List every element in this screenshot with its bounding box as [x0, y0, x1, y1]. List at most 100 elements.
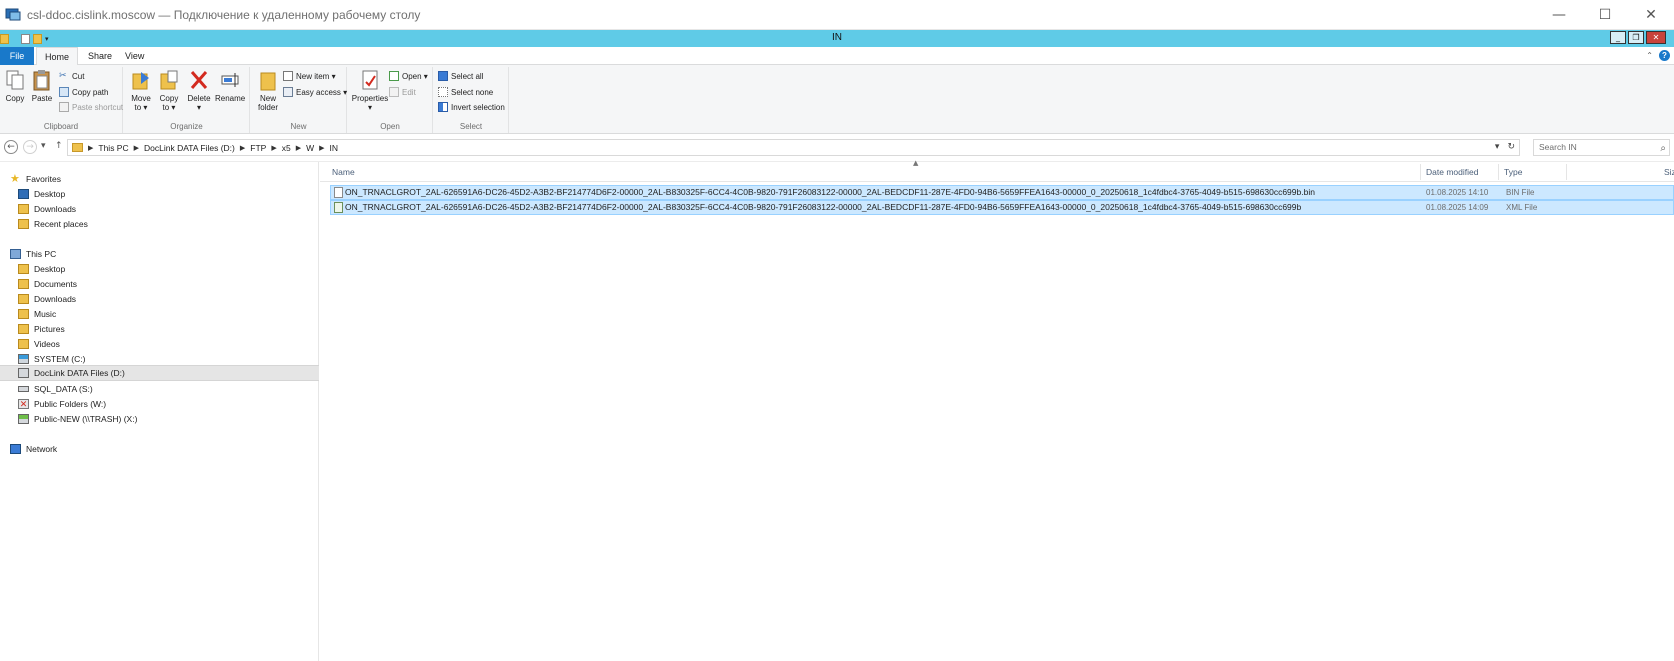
nav-pc-desktop[interactable]: Desktop [0, 261, 319, 276]
nav-drive-d[interactable]: DocLink DATA Files (D:) [0, 365, 319, 381]
breadcrumb-x5[interactable]: x5 [282, 143, 291, 153]
copy-to-button[interactable]: Copy to ▾ [158, 67, 180, 112]
rename-icon [221, 73, 239, 87]
network-drive-icon [18, 413, 29, 424]
back-button[interactable]: ← [4, 140, 18, 154]
select-all-button[interactable]: Select all [438, 70, 483, 82]
file-name: ON_TRNACLGROT_2AL-626591A6-DC26-45D2-A3B… [345, 202, 1302, 212]
scissors-icon: ✂ [59, 71, 67, 81]
delete-button[interactable]: Delete ▾ [186, 67, 212, 112]
address-dropdown-icon[interactable]: ▾ [1495, 142, 1500, 152]
file-date-modified: 01.08.2025 14:09 [1426, 203, 1489, 212]
system-drive-icon [18, 353, 29, 364]
file-list: ▲ Name Date modified Type Size ON_TRNACL… [320, 159, 1674, 661]
easy-access-button[interactable]: Easy access ▾ [283, 86, 347, 98]
star-icon: ★ [10, 171, 20, 185]
file-row[interactable]: ON_TRNACLGROT_2AL-626591A6-DC26-45D2-A3B… [330, 200, 1674, 215]
tab-view[interactable]: View [117, 47, 152, 65]
search-icon[interactable]: ⌕ [1660, 141, 1666, 156]
select-none-button[interactable]: Select none [438, 86, 493, 98]
file-row[interactable]: ON_TRNACLGROT_2AL-626591A6-DC26-45D2-A3B… [330, 185, 1674, 200]
collapse-ribbon-icon[interactable]: ⌃ [1646, 51, 1653, 60]
refresh-icon[interactable]: ↻ [1507, 142, 1515, 152]
edit-button[interactable]: Edit [389, 86, 416, 98]
ribbon-tabs: File Home Share View ⌃ ? [0, 47, 1674, 66]
paste-shortcut-icon [59, 102, 69, 112]
paste-icon [33, 70, 50, 91]
nav-fav-downloads[interactable]: Downloads [0, 201, 319, 216]
paste-button[interactable]: Paste [30, 67, 54, 103]
chevron-right-icon: ▶ [271, 143, 277, 152]
nav-favorites[interactable]: ★ Favorites [0, 171, 319, 186]
desktop-folder-icon [18, 263, 29, 274]
column-name[interactable]: Name [332, 167, 355, 177]
remote-desktop-icon [5, 8, 21, 21]
pictures-folder-icon [18, 323, 29, 334]
explorer-minimize-button[interactable]: _ [1610, 31, 1626, 44]
close-button[interactable]: ✕ [1628, 0, 1674, 30]
tab-share[interactable]: Share [80, 47, 120, 65]
minimize-button[interactable]: — [1536, 0, 1582, 30]
open-button[interactable]: Open ▾ [389, 70, 428, 82]
organize-group: Move to ▾ Copy to ▾ Delete ▾ Rename Orga… [124, 67, 250, 133]
rename-button[interactable]: Rename [215, 67, 245, 103]
nav-network[interactable]: Network [0, 441, 319, 456]
copy-button[interactable]: Copy [3, 67, 27, 103]
explorer-close-button[interactable]: ✕ [1646, 31, 1666, 44]
move-to-button[interactable]: Move to ▾ [130, 67, 152, 112]
tab-home[interactable]: Home [36, 47, 79, 66]
breadcrumb-this-pc[interactable]: This PC [98, 143, 128, 153]
nav-pc-music[interactable]: Music [0, 306, 319, 321]
nav-drive-c[interactable]: SYSTEM (C:) [0, 351, 319, 366]
address-bar[interactable]: ▶ This PC ▶ DocLink DATA Files (D:) ▶ FT… [67, 139, 1520, 156]
move-to-icon [132, 72, 149, 90]
new-folder-button[interactable]: New folder [255, 67, 281, 112]
explorer-restore-button[interactable]: ❐ [1628, 31, 1644, 44]
invert-selection-button[interactable]: Invert selection [438, 101, 505, 113]
recent-locations-icon[interactable]: ▾ [41, 141, 46, 151]
nav-drive-s[interactable]: SQL_DATA (S:) [0, 381, 319, 396]
select-group-label: Select [459, 122, 483, 131]
forward-button[interactable]: → [23, 140, 37, 154]
nav-fav-recent-places[interactable]: Recent places [0, 216, 319, 231]
up-button[interactable]: ↑ [55, 141, 63, 151]
paste-shortcut-button[interactable]: Paste shortcut [59, 101, 123, 113]
properties-button[interactable]: Properties ▾ [351, 67, 389, 112]
nav-fav-desktop[interactable]: Desktop [0, 186, 319, 201]
easy-access-icon [283, 87, 293, 97]
breadcrumb-in[interactable]: IN [330, 143, 339, 153]
nav-pc-pictures[interactable]: Pictures [0, 321, 319, 336]
nav-drive-w[interactable]: ✕ Public Folders (W:) [0, 396, 319, 411]
nav-pc-videos[interactable]: Videos [0, 336, 319, 351]
organize-group-label: Organize [170, 122, 203, 131]
edit-icon [389, 87, 399, 97]
nav-pc-downloads[interactable]: Downloads [0, 291, 319, 306]
folder-icon [72, 143, 83, 152]
column-type[interactable]: Type [1504, 167, 1522, 177]
new-group: New folder New item ▾ Easy access ▾ New [251, 67, 347, 133]
breadcrumb-drive-d[interactable]: DocLink DATA Files (D:) [144, 143, 235, 153]
search-input[interactable]: Search IN ⌕ [1533, 139, 1670, 156]
column-size[interactable]: Size [1664, 167, 1674, 177]
copy-to-icon [160, 70, 178, 90]
breadcrumb-ftp[interactable]: FTP [250, 143, 266, 153]
help-icon[interactable]: ? [1659, 50, 1670, 61]
nav-pc-documents[interactable]: Documents [0, 276, 319, 291]
new-item-button[interactable]: New item ▾ [283, 70, 336, 82]
copy-path-button[interactable]: Copy path [59, 86, 108, 98]
rdp-title-bar: csl-ddoc.cislink.moscow — Подключение к … [0, 0, 1674, 30]
navigation-bar: ← → ▾ ↑ ▶ This PC ▶ DocLink DATA Files (… [0, 134, 1674, 162]
tab-file[interactable]: File [0, 47, 34, 65]
sort-ascending-icon: ▲ [913, 159, 919, 167]
column-date-modified[interactable]: Date modified [1426, 167, 1478, 177]
maximize-button[interactable]: ☐ [1582, 0, 1628, 30]
rdp-window-title: csl-ddoc.cislink.moscow — Подключение к … [27, 8, 421, 22]
chevron-right-icon: ▶ [133, 143, 140, 152]
open-group-label: Open [380, 122, 400, 131]
cut-button[interactable]: ✂ Cut [59, 70, 84, 82]
breadcrumb-w[interactable]: W [306, 143, 314, 153]
nav-drive-x[interactable]: Public-NEW (\\TRASH) (X:) [0, 411, 319, 426]
nav-this-pc[interactable]: This PC [0, 246, 319, 261]
network-icon [10, 443, 21, 454]
clipboard-group: Copy Paste ✂ Cut Copy path Paste shortcu… [0, 67, 123, 133]
